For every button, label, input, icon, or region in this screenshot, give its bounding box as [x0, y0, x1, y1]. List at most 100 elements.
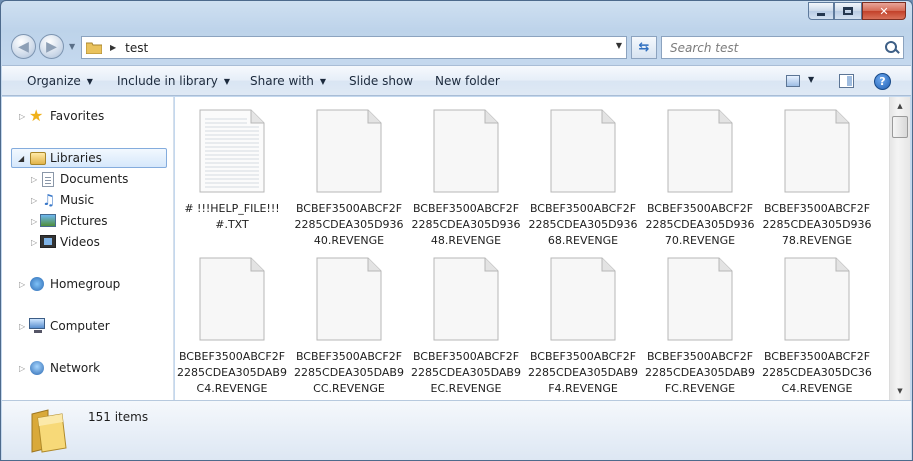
- details-pane: 151 items: [2, 400, 911, 460]
- expand-arrow-icon[interactable]: ▷: [19, 364, 25, 373]
- blank-file-icon: [667, 109, 733, 193]
- minimize-icon: [817, 12, 825, 16]
- scroll-down-arrow-icon[interactable]: ▼: [892, 383, 908, 399]
- file-list: # !!!HELP_FILE!!! #.TXT BCBEF3500ABCF2F2…: [175, 97, 889, 400]
- close-button[interactable]: ✕: [862, 2, 906, 20]
- nav-homegroup-label: Homegroup: [50, 277, 121, 291]
- nav-videos[interactable]: ▷ Videos: [2, 232, 172, 252]
- minimize-button[interactable]: [808, 2, 834, 20]
- blank-file-icon: [550, 109, 616, 193]
- blank-file-icon: [316, 257, 382, 341]
- command-bar: Organize ▼ Include in library ▼ Share with…: [2, 65, 911, 96]
- file-item[interactable]: BCBEF3500ABCF2F2285CDEA305D93670.REVENGE: [644, 97, 756, 247]
- vertical-scrollbar[interactable]: ▲ ▼: [889, 97, 910, 400]
- file-item[interactable]: # !!!HELP_FILE!!! #.TXT: [176, 97, 288, 242]
- view-options-dropdown[interactable]: ▼: [808, 75, 814, 84]
- help-icon[interactable]: ?: [874, 73, 891, 90]
- blank-file-icon: [550, 257, 616, 341]
- expand-arrow-icon[interactable]: ▷: [31, 175, 37, 184]
- share-with-label: Share with: [250, 74, 314, 88]
- slide-show-button[interactable]: Slide show: [349, 74, 413, 88]
- file-item[interactable]: BCBEF3500ABCF2F2285CDEA305D93640.REVENGE: [293, 97, 405, 247]
- computer-icon: [29, 318, 45, 333]
- include-in-library-button[interactable]: Include in library ▼: [117, 74, 230, 88]
- file-name: BCBEF3500ABCF2F2285CDEA305D93668.REVENGE: [528, 202, 638, 247]
- chevron-down-icon: ▼: [223, 77, 231, 86]
- blank-file-icon: [784, 109, 850, 193]
- network-icon: [30, 361, 44, 375]
- nav-favorites[interactable]: ▷ ★ Favorites: [2, 106, 172, 126]
- file-name: # !!!HELP_FILE!!! #.TXT: [184, 202, 280, 231]
- collapse-arrow-icon[interactable]: ◢: [18, 154, 24, 163]
- nav-homegroup[interactable]: ▷ Homegroup: [2, 274, 172, 294]
- expand-arrow-icon[interactable]: ▷: [31, 217, 37, 226]
- expand-arrow-icon[interactable]: ▷: [31, 196, 37, 205]
- file-name: BCBEF3500ABCF2F2285CDEA305DC36C4.REVENGE: [762, 350, 872, 395]
- close-icon: ✕: [879, 4, 889, 18]
- scroll-up-arrow-icon[interactable]: ▲: [892, 98, 908, 114]
- folder-icon: [86, 42, 102, 54]
- nav-libraries[interactable]: ◢ Libraries: [11, 148, 167, 168]
- documents-icon: [42, 171, 54, 187]
- include-in-library-label: Include in library: [117, 74, 218, 88]
- chevron-down-icon: ▼: [86, 77, 93, 86]
- blank-file-icon: [199, 257, 265, 341]
- nav-music[interactable]: ▷ ♫ Music: [2, 190, 172, 210]
- videos-icon: [40, 235, 56, 248]
- file-item[interactable]: BCBEF3500ABCF2F2285CDEA305DAB9FC.REVENGE: [644, 245, 756, 395]
- back-arrow-icon: ◀: [18, 38, 29, 55]
- file-item[interactable]: BCBEF3500ABCF2F2285CDEA305DAB9F4.REVENGE: [527, 245, 639, 395]
- preview-pane-icon[interactable]: [839, 74, 854, 88]
- new-folder-button[interactable]: New folder: [435, 74, 500, 88]
- scrollbar-thumb[interactable]: [892, 116, 908, 138]
- expand-arrow-icon[interactable]: ▷: [19, 112, 25, 121]
- address-history-dropdown[interactable]: ▼: [616, 41, 622, 50]
- expand-arrow-icon[interactable]: ▷: [19, 280, 25, 289]
- file-item[interactable]: BCBEF3500ABCF2F2285CDEA305DAB9C4.REVENGE: [176, 245, 288, 395]
- address-bar[interactable]: ▶ test ▼: [81, 36, 627, 59]
- search-icon[interactable]: [881, 38, 903, 58]
- file-name: BCBEF3500ABCF2F2285CDEA305DAB9F4.REVENGE: [528, 350, 638, 395]
- expand-arrow-icon[interactable]: ▷: [31, 238, 37, 247]
- file-item[interactable]: BCBEF3500ABCF2F2285CDEA305DC36C4.REVENGE: [761, 245, 873, 395]
- nav-network[interactable]: ▷ Network: [2, 358, 172, 378]
- blank-file-icon: [784, 257, 850, 341]
- blank-file-icon: [667, 257, 733, 341]
- maximize-icon: [843, 7, 853, 15]
- nav-computer-label: Computer: [50, 319, 110, 333]
- blank-file-icon: [433, 257, 499, 341]
- file-item[interactable]: BCBEF3500ABCF2F2285CDEA305D93678.REVENGE: [761, 97, 873, 247]
- star-icon: ★: [29, 106, 44, 125]
- maximize-button[interactable]: [834, 2, 862, 20]
- file-name: BCBEF3500ABCF2F2285CDEA305DAB9FC.REVENGE: [645, 350, 755, 395]
- breadcrumb-separator-icon[interactable]: ▶: [110, 43, 116, 52]
- file-item[interactable]: BCBEF3500ABCF2F2285CDEA305DAB9EC.REVENGE: [410, 245, 522, 395]
- change-view-icon[interactable]: [786, 75, 800, 87]
- refresh-button[interactable]: ⇆: [631, 36, 657, 59]
- refresh-icon: ⇆: [638, 40, 650, 55]
- file-name: BCBEF3500ABCF2F2285CDEA305D93670.REVENGE: [645, 202, 755, 247]
- organize-button[interactable]: Organize ▼: [27, 74, 93, 88]
- nav-computer[interactable]: ▷ Computer: [2, 316, 172, 336]
- forward-button[interactable]: ▶: [39, 34, 64, 59]
- file-item[interactable]: BCBEF3500ABCF2F2285CDEA305D93668.REVENGE: [527, 97, 639, 247]
- share-with-button[interactable]: Share with ▼: [250, 74, 326, 88]
- caption-buttons: ✕: [808, 2, 906, 20]
- recent-pages-dropdown[interactable]: ▼: [69, 42, 75, 51]
- back-button[interactable]: ◀: [11, 34, 36, 59]
- search-box[interactable]: [661, 36, 904, 59]
- blank-file-icon: [316, 109, 382, 193]
- folder-icon: [31, 409, 67, 453]
- search-input[interactable]: [670, 40, 881, 55]
- nav-documents[interactable]: ▷ Documents: [2, 169, 172, 189]
- file-item[interactable]: BCBEF3500ABCF2F2285CDEA305D93648.REVENGE: [410, 97, 522, 247]
- file-item[interactable]: BCBEF3500ABCF2F2285CDEA305DAB9CC.REVENGE: [293, 245, 405, 395]
- expand-arrow-icon[interactable]: ▷: [19, 322, 25, 331]
- file-name: BCBEF3500ABCF2F2285CDEA305D93648.REVENGE: [411, 202, 521, 247]
- nav-libraries-label: Libraries: [50, 151, 102, 165]
- breadcrumb-current[interactable]: test: [125, 41, 148, 55]
- nav-pictures-label: Pictures: [60, 214, 108, 228]
- nav-pictures[interactable]: ▷ Pictures: [2, 211, 172, 231]
- nav-videos-label: Videos: [60, 235, 100, 249]
- chevron-down-icon: ▼: [319, 77, 327, 86]
